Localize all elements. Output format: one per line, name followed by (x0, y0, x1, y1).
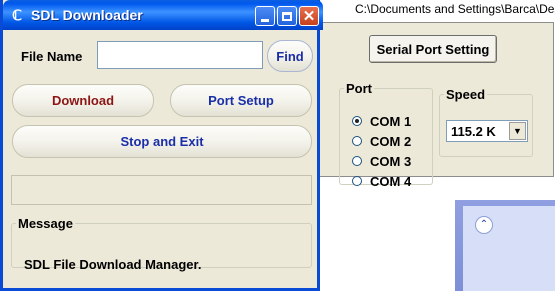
speed-select[interactable]: 115.2 K ▼ (446, 120, 528, 142)
sdl-downloader-window: ℂ SDL Downloader ✕ File Name Find Downlo… (0, 0, 323, 291)
port-group: Port COM 1 COM 2 COM 3 COM 4 (339, 81, 433, 189)
serial-port-setting-button[interactable]: Serial Port Setting (369, 35, 497, 63)
minimize-icon (261, 18, 269, 22)
radio-com1[interactable]: COM 1 (352, 112, 411, 130)
dropdown-arrow-icon[interactable]: ▼ (509, 122, 526, 140)
minimize-button[interactable] (255, 6, 275, 26)
message-group: Message SDL File Download Manager. (11, 216, 312, 272)
file-name-input[interactable] (97, 41, 263, 69)
maximize-button[interactable] (277, 6, 297, 26)
radio-button-icon[interactable] (352, 116, 362, 126)
radio-com2[interactable]: COM 2 (352, 132, 411, 150)
find-button[interactable]: Find (267, 40, 313, 72)
close-icon: ✕ (302, 8, 316, 25)
title-bar[interactable]: ℂ SDL Downloader ✕ (3, 0, 323, 30)
background-path-text: C:\Documents and Settings\Barca\Deskt (355, 2, 555, 16)
radio-button-icon[interactable] (352, 156, 362, 166)
speed-group: Speed 115.2 K ▼ (439, 87, 533, 157)
message-group-label: Message (18, 216, 73, 231)
port-group-label: Port (346, 81, 372, 96)
download-button[interactable]: Download (12, 84, 154, 117)
explorer-task-panel-body: ⌃ (463, 206, 555, 291)
serial-port-window: Serial Port Setting Port COM 1 COM 2 COM… (318, 22, 554, 189)
chevron-double-up-icon[interactable]: ⌃ (475, 216, 493, 234)
status-bar (11, 175, 312, 205)
close-button[interactable]: ✕ (299, 6, 319, 26)
radio-com3-label: COM 3 (370, 153, 412, 169)
radio-com4[interactable]: COM 4 (352, 172, 411, 190)
speed-group-label: Speed (446, 87, 486, 102)
radio-com1-label: COM 1 (370, 113, 412, 129)
window-title: SDL Downloader (31, 7, 143, 23)
maximize-icon (282, 11, 292, 21)
radio-button-icon[interactable] (352, 176, 362, 186)
radio-com3[interactable]: COM 3 (352, 152, 411, 170)
app-icon: ℂ (12, 7, 22, 23)
speed-select-value: 115.2 K (451, 123, 496, 139)
radio-com4-label: COM 4 (370, 173, 412, 189)
stop-exit-button[interactable]: Stop and Exit (12, 125, 312, 158)
file-name-label: File Name (21, 49, 83, 64)
message-text: SDL File Download Manager. (24, 257, 202, 272)
port-setup-button[interactable]: Port Setup (170, 84, 312, 117)
explorer-task-panel: ⌃ (455, 200, 555, 291)
radio-com2-label: COM 2 (370, 133, 412, 149)
radio-button-icon[interactable] (352, 136, 362, 146)
